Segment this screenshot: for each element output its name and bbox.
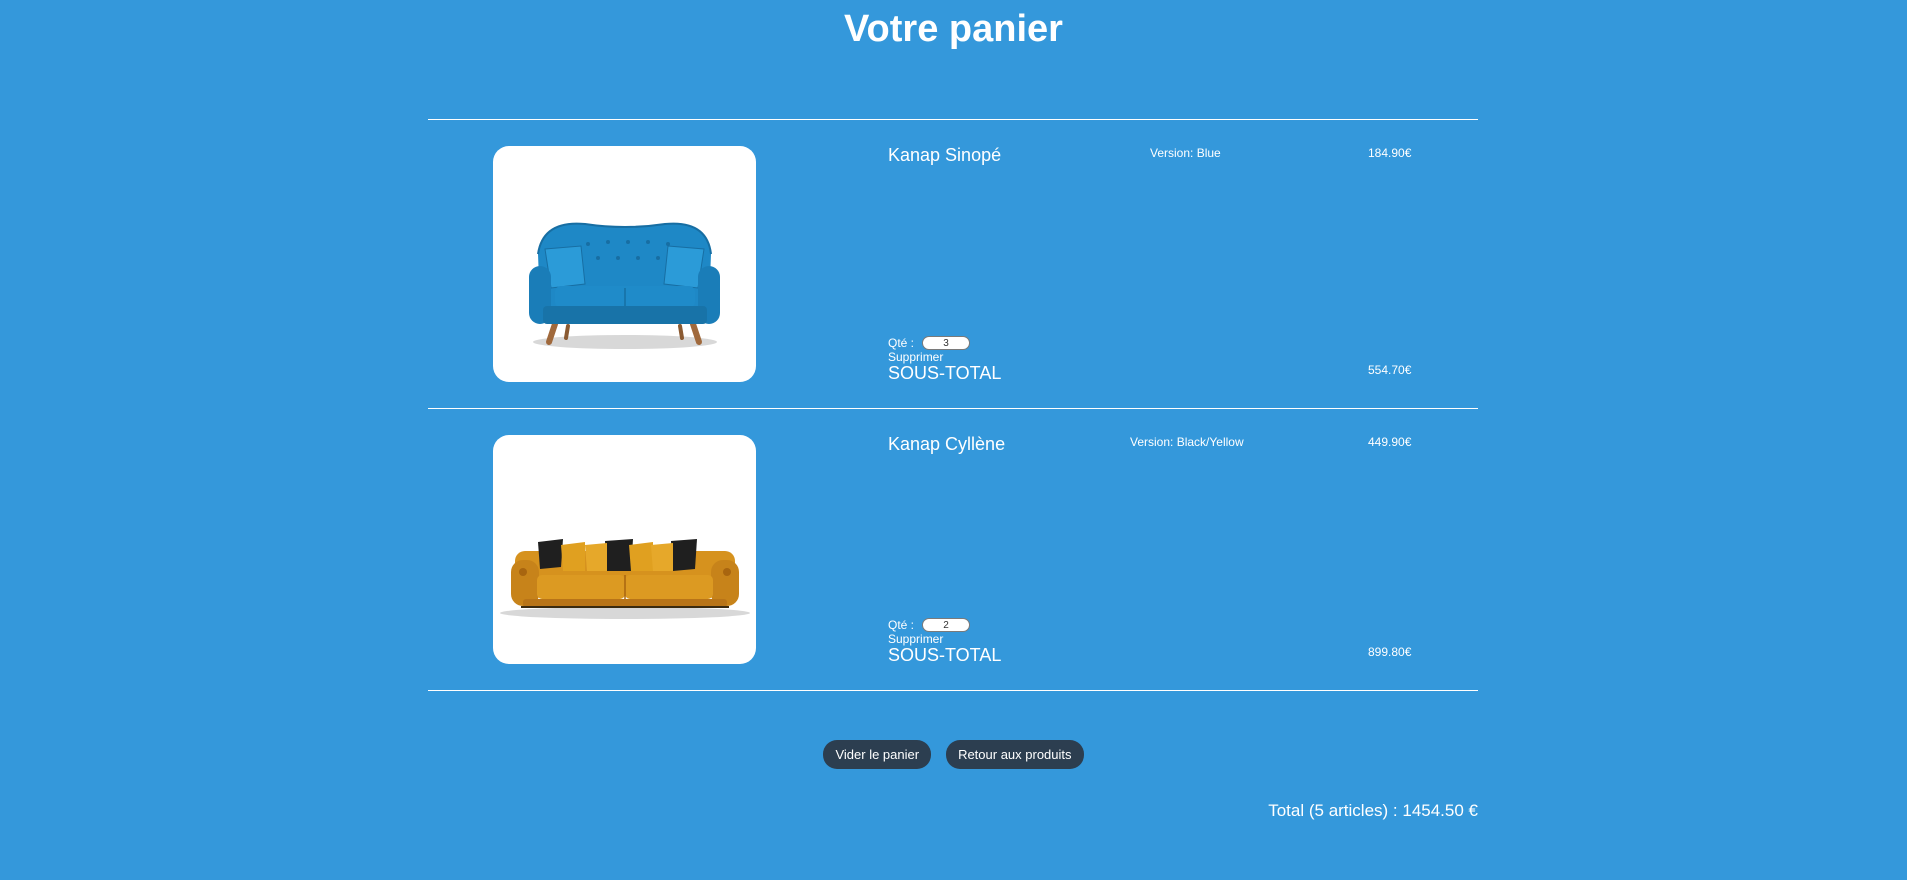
quantity-input[interactable] — [922, 336, 971, 350]
remove-link[interactable]: Supprimer — [888, 632, 943, 646]
product-price: 184.90€ — [1368, 146, 1412, 160]
remove-link[interactable]: Supprimer — [888, 350, 943, 364]
yellow-sofa-image — [500, 539, 750, 619]
subtotal-label: SOUS-TOTAL — [888, 363, 1002, 383]
cart-item: Kanap Cyllène Version: Black/Yellow 449.… — [428, 409, 1478, 690]
back-to-products-button[interactable]: Retour aux produits — [946, 740, 1084, 769]
product-version: Version: Black/Yellow — [1130, 435, 1244, 449]
product-name: Kanap Cyllène — [888, 434, 1006, 454]
quantity-input[interactable] — [922, 618, 971, 632]
quantity-row: Qté : — [888, 618, 971, 632]
page-title: Votre panier — [844, 8, 1063, 50]
product-image[interactable] — [493, 435, 756, 664]
product-version: Version: Blue — [1150, 146, 1221, 160]
divider — [428, 690, 1478, 691]
cart-actions: Vider le panier Retour aux produits — [0, 740, 1907, 769]
subtotal-value: 899.80€ — [1368, 645, 1412, 659]
clear-cart-button[interactable]: Vider le panier — [823, 740, 932, 769]
quantity-row: Qté : — [888, 336, 971, 350]
product-name: Kanap Sinopé — [888, 145, 1002, 165]
quantity-label: Qté : — [888, 618, 915, 632]
subtotal-label: SOUS-TOTAL — [888, 645, 1002, 665]
blue-sofa-image — [529, 222, 720, 349]
cart-total: Total (5 articles) : 1454.50 € — [1268, 801, 1478, 820]
quantity-label: Qté : — [888, 336, 915, 350]
product-image[interactable] — [493, 146, 756, 382]
product-price: 449.90€ — [1368, 435, 1412, 449]
subtotal-value: 554.70€ — [1368, 363, 1412, 377]
cart-item: Kanap Sinopé Version: Blue 184.90€ Qté :… — [428, 120, 1478, 409]
